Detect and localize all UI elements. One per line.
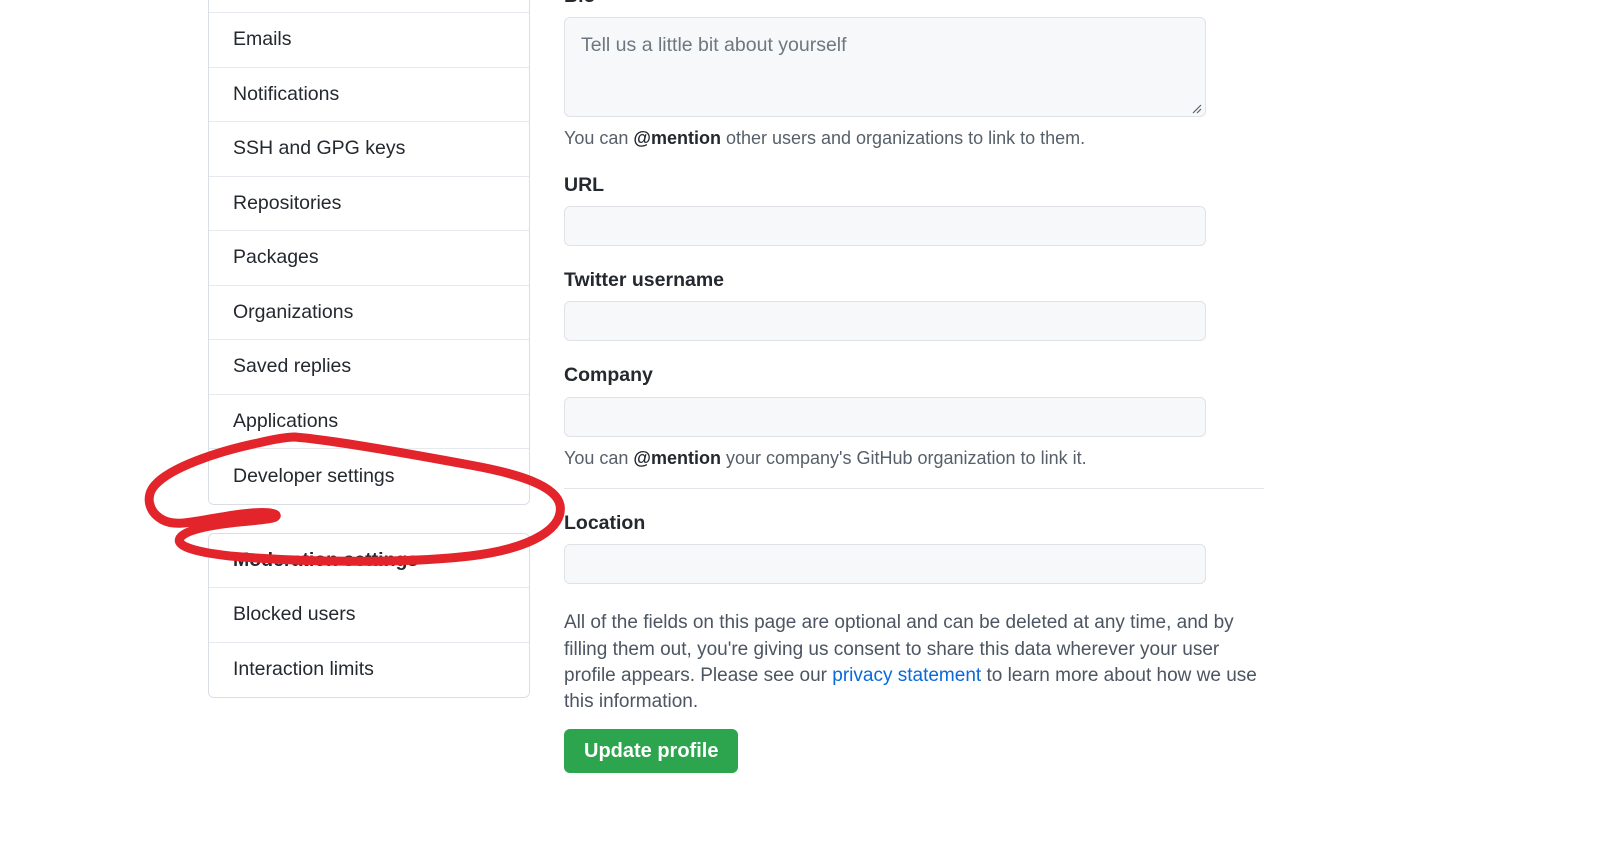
bio-placeholder: Tell us a little bit about yourself	[581, 34, 847, 57]
twitter-input[interactable]	[564, 301, 1206, 342]
url-label: URL	[564, 173, 605, 196]
sidebar-item-label: Packages	[233, 246, 319, 269]
sidebar-item-label: Organizations	[233, 300, 354, 323]
bio-hint-mention: @mention	[633, 128, 721, 149]
company-hint: You can @mention your company's GitHub o…	[564, 446, 1264, 470]
privacy-statement-link[interactable]: privacy statement	[832, 665, 981, 686]
sidebar-item-label: Repositories	[233, 191, 342, 214]
sidebar-item-label: SSH and GPG keys	[233, 137, 406, 160]
twitter-label: Twitter username	[564, 268, 725, 291]
sidebar-item-label: Notifications	[233, 82, 340, 105]
sidebar-item-applications[interactable]: Applications	[209, 394, 529, 449]
company-hint-prefix: You can	[564, 447, 634, 468]
sidebar-item-label: Blocked users	[233, 603, 356, 626]
sidebar-item-ssh-and-gpg-keys[interactable]: SSH and GPG keys	[209, 122, 529, 177]
sidebar-item-interaction-limits[interactable]: Interaction limits	[209, 642, 529, 697]
field-bio: Bio Tell us a little bit about yourself …	[564, 0, 1264, 151]
bio-label: Bio	[564, 0, 1264, 9]
update-profile-button[interactable]: Update profile	[564, 729, 739, 774]
sidebar-item-label: Applications	[233, 409, 339, 432]
sidebar-item-blocked-users[interactable]: Blocked users	[209, 588, 529, 643]
settings-sidebar: Emails Notifications SSH and GPG keys Re…	[208, 0, 530, 698]
sidebar-group-moderation: Moderation settings Blocked users Intera…	[208, 532, 530, 698]
sidebar-item-label: Developer settings	[233, 464, 395, 487]
field-location: Location	[564, 511, 1264, 585]
bio-hint-prefix: You can	[564, 128, 634, 149]
sidebar-item-repositories[interactable]: Repositories	[209, 176, 529, 231]
field-twitter-username: Twitter username	[564, 268, 1264, 342]
company-hint-mention: @mention	[633, 447, 721, 468]
sidebar-item-label: Interaction limits	[233, 658, 374, 681]
company-hint-suffix: your company's GitHub organization to li…	[720, 447, 1087, 468]
sidebar-item-developer-settings[interactable]: Developer settings	[209, 449, 529, 504]
sidebar-item-partial-top[interactable]	[209, 0, 529, 13]
sidebar-item-label: Emails	[233, 28, 292, 51]
url-input[interactable]	[564, 205, 1206, 246]
sidebar-item-label: Moderation settings	[233, 548, 419, 571]
field-url: URL	[564, 173, 1264, 246]
sidebar-item-packages[interactable]: Packages	[209, 231, 529, 286]
company-input[interactable]	[564, 396, 1206, 437]
sidebar-item-saved-replies[interactable]: Saved replies	[209, 340, 529, 395]
sidebar-item-organizations[interactable]: Organizations	[209, 285, 529, 340]
company-label: Company	[564, 364, 653, 387]
field-company: Company You can @mention your company's …	[564, 363, 1264, 470]
sidebar-item-notifications[interactable]: Notifications	[209, 67, 529, 122]
profile-form: Bio Tell us a little bit about yourself …	[564, 0, 1264, 774]
sidebar-group-personal: Emails Notifications SSH and GPG keys Re…	[208, 0, 530, 505]
location-label: Location	[564, 511, 646, 534]
location-input[interactable]	[564, 544, 1206, 585]
page-root: Emails Notifications SSH and GPG keys Re…	[0, 0, 1612, 843]
sidebar-item-emails[interactable]: Emails	[209, 13, 529, 68]
sidebar-item-moderation-settings[interactable]: Moderation settings	[209, 533, 529, 588]
bio-textarea[interactable]: Tell us a little bit about yourself	[564, 17, 1206, 118]
sidebar-item-label: Saved replies	[233, 355, 352, 378]
bio-hint: You can @mention other users and organiz…	[564, 126, 1264, 150]
bio-hint-suffix: other users and organizations to link to…	[720, 128, 1086, 149]
resize-grip-icon	[1192, 104, 1202, 114]
section-divider	[564, 487, 1264, 489]
legal-disclaimer: All of the fields on this page are optio…	[564, 610, 1264, 715]
